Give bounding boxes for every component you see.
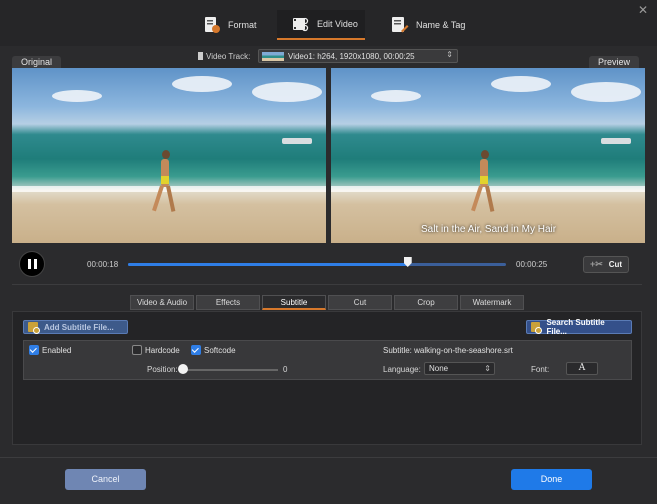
- updown-icon: ⇕: [484, 364, 491, 373]
- preview-pane-label: Preview: [589, 56, 640, 68]
- scissors-icon: +✂: [589, 259, 603, 269]
- subtab-subtitle[interactable]: Subtitle: [262, 295, 326, 310]
- hardcode-label: Hardcode: [145, 345, 180, 355]
- video-track-select[interactable]: Video1: h264, 1920x1080, 00:00:25 ⇕: [258, 49, 458, 63]
- subtitle-options: Enabled Hardcode Softcode Subtitle: walk…: [23, 340, 632, 380]
- cut-button[interactable]: +✂ Cut: [583, 256, 629, 273]
- current-time: 00:00:18: [87, 260, 119, 269]
- font-label: Font:: [531, 365, 550, 374]
- tab-format[interactable]: Format: [198, 10, 268, 40]
- preview-video: Salt in the Air, Sand in My Hair: [331, 68, 645, 243]
- softcode-label: Softcode: [204, 345, 236, 355]
- edit-subtabs: Video & Audio Effects Subtitle Cut Crop …: [130, 295, 524, 310]
- original-video: [12, 68, 326, 243]
- total-time: 00:00:25: [516, 260, 548, 269]
- name-tag-icon: [390, 15, 410, 35]
- subtab-watermark[interactable]: Watermark: [460, 295, 524, 310]
- language-select[interactable]: None ⇕: [424, 362, 495, 375]
- search-file-icon: [531, 322, 544, 334]
- tab-name-tag[interactable]: Name & Tag: [388, 10, 468, 40]
- seek-bar[interactable]: [128, 257, 506, 267]
- enabled-label: Enabled: [42, 345, 72, 355]
- subtab-video-audio[interactable]: Video & Audio: [130, 295, 194, 310]
- divider: [12, 284, 642, 285]
- position-label: Position:: [147, 365, 178, 374]
- position-slider-track[interactable]: [182, 369, 278, 371]
- done-button[interactable]: Done: [511, 469, 592, 490]
- subtab-crop[interactable]: Crop: [394, 295, 458, 310]
- edit-video-icon: [291, 14, 311, 34]
- font-button[interactable]: A: [566, 362, 598, 375]
- position-slider-handle[interactable]: [178, 364, 188, 374]
- tab-format-label: Format: [228, 20, 257, 30]
- search-subtitle-label: Search Subtitle File...: [546, 318, 605, 336]
- video-track-value: Video1: h264, 1920x1080, 00:00:25: [288, 51, 415, 61]
- subtab-cut[interactable]: Cut: [328, 295, 392, 310]
- film-icon: [198, 52, 203, 60]
- enabled-check-icon: [29, 345, 39, 355]
- subtitle-file-name: Subtitle: walking-on-the-seashore.srt: [383, 346, 513, 355]
- position-value: 0: [283, 365, 288, 374]
- updown-icon: ⇕: [446, 50, 453, 59]
- pause-icon: [27, 259, 31, 269]
- cut-button-label: Cut: [608, 260, 623, 269]
- language-label: Language:: [383, 365, 421, 374]
- hardcode-checkbox[interactable]: Hardcode: [132, 345, 180, 355]
- subtab-effects[interactable]: Effects: [196, 295, 260, 310]
- tab-edit-video[interactable]: Edit Video: [277, 10, 365, 40]
- tab-edit-video-label: Edit Video: [317, 19, 358, 29]
- tab-name-tag-label: Name & Tag: [416, 20, 466, 30]
- footer-divider: [0, 457, 657, 458]
- enabled-checkbox[interactable]: Enabled: [29, 345, 71, 355]
- close-icon[interactable]: ✕: [636, 3, 650, 17]
- search-subtitle-file-button[interactable]: Search Subtitle File...: [526, 318, 632, 336]
- add-subtitle-label: Add Subtitle File...: [44, 322, 114, 332]
- cancel-button[interactable]: Cancel: [65, 469, 146, 490]
- pause-button[interactable]: [19, 251, 45, 277]
- softcode-check-icon: [191, 345, 201, 355]
- original-pane-label: Original: [12, 56, 62, 68]
- language-value: None: [429, 364, 449, 373]
- add-file-icon: [28, 322, 40, 334]
- add-subtitle-file-button[interactable]: Add Subtitle File...: [23, 320, 128, 334]
- preview-subtitle-text: Salt in the Air, Sand in My Hair: [421, 224, 557, 235]
- seek-bar-fill: [128, 263, 408, 266]
- video-track-label: Video Track:: [198, 52, 250, 61]
- video-thumbnail: [262, 51, 284, 61]
- hardcode-check-icon: [132, 345, 142, 355]
- softcode-checkbox[interactable]: Softcode: [191, 345, 236, 355]
- format-icon: [202, 15, 222, 35]
